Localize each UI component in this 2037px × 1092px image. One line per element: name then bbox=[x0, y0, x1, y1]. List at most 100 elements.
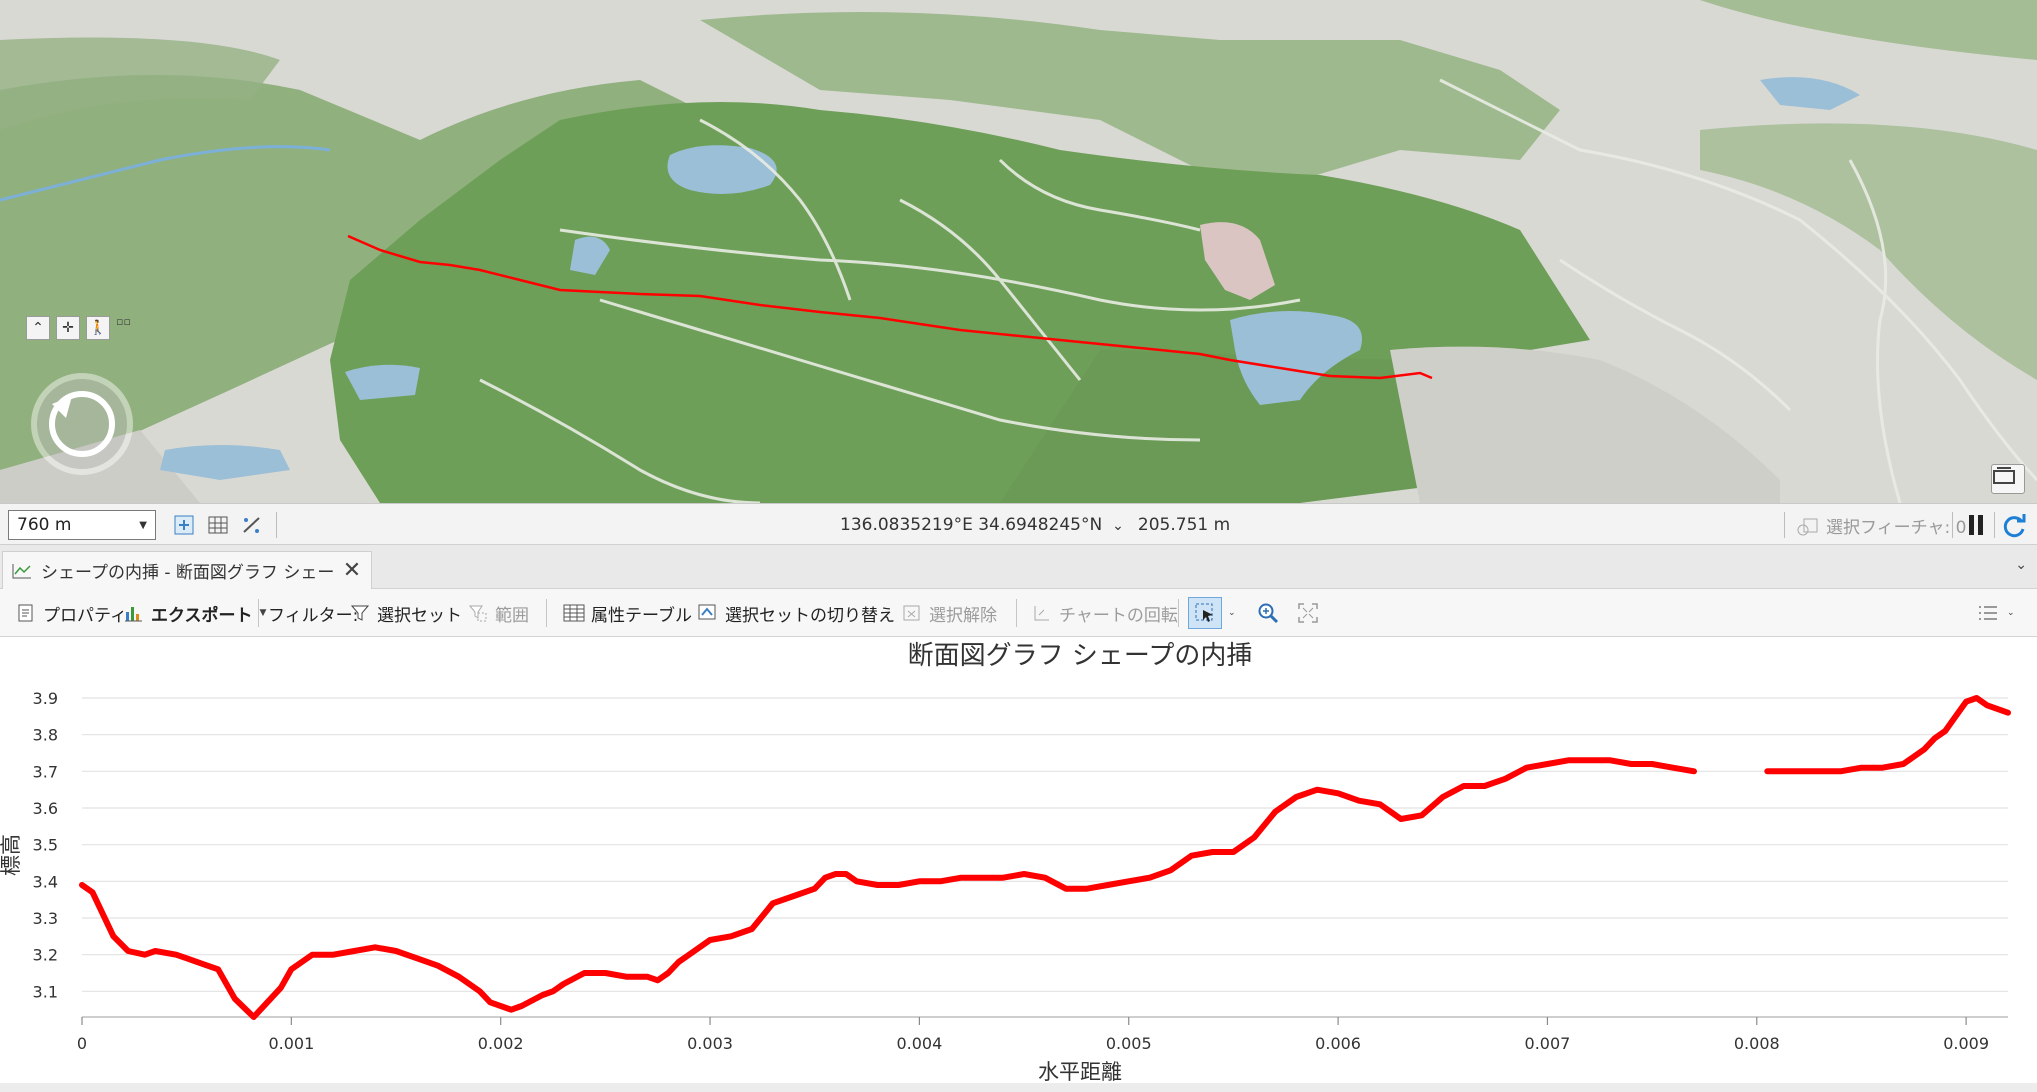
rotate-chart-label: チャートの回転 bbox=[1059, 605, 1178, 626]
map-view[interactable]: ⌃ ✛ 🚶 ▫▫ bbox=[0, 0, 2037, 503]
switch-selection-label: 選択セットの切り替え bbox=[725, 605, 895, 626]
x-tick-label: 0 bbox=[77, 1034, 87, 1053]
x-axis-label: 水平距離 bbox=[1038, 1060, 1122, 1083]
chart-toolbar: プロパティ エクスポート ▼ フィルター: 選択セット 範囲 属性テーブル 選択… bbox=[0, 589, 2037, 637]
extent-label: 範囲 bbox=[495, 605, 529, 626]
x-tick-label: 0.001 bbox=[268, 1034, 314, 1053]
chart-tab-bar: シェープの内挿 - 断面図グラフ シェープの... ✕ ⌄ bbox=[0, 545, 2037, 589]
chart-title: 断面図グラフ シェープの内挿 bbox=[908, 641, 1253, 671]
filter-selection-set-button[interactable]: 選択セット bbox=[348, 597, 462, 629]
chevron-down-icon[interactable]: ⌄ bbox=[2015, 557, 2027, 573]
bottom-border bbox=[0, 1083, 2037, 1092]
y-tick-label: 3.2 bbox=[33, 946, 58, 965]
y-tick-label: 3.1 bbox=[33, 982, 58, 1001]
y-tick-label: 3.6 bbox=[33, 799, 58, 818]
filter-label-text: フィルター: bbox=[268, 605, 359, 626]
scale-value: 760 m bbox=[17, 515, 72, 535]
filter-label: フィルター: bbox=[268, 597, 358, 629]
y-tick-label: 3.4 bbox=[33, 872, 58, 891]
full-extent-icon[interactable]: ✛ bbox=[56, 316, 80, 340]
snapping-icon[interactable] bbox=[172, 513, 196, 537]
select-cursor-icon bbox=[1193, 601, 1217, 625]
scale-dropdown[interactable]: 760 m ▼ bbox=[8, 510, 156, 540]
rotate-chart-button[interactable]: チャートの回転 bbox=[1030, 597, 1178, 629]
extent-filter-icon bbox=[466, 601, 490, 625]
selection-set-label: 選択セット bbox=[377, 605, 462, 626]
divider bbox=[1784, 512, 1785, 538]
correction-icon[interactable] bbox=[240, 513, 264, 537]
more-options-icon[interactable]: ▫▫ bbox=[116, 316, 131, 340]
chevron-down-icon[interactable]: ⌄ bbox=[1112, 518, 1124, 534]
full-extent-button[interactable] bbox=[1296, 597, 1320, 629]
grid-lines bbox=[82, 697, 2008, 1018]
clear-selection-button[interactable]: 選択解除 bbox=[900, 597, 997, 629]
series-line-segment[interactable] bbox=[79, 757, 1697, 1020]
tab-label: シェープの内挿 - 断面図グラフ シェープの... bbox=[41, 563, 333, 583]
y-tick-label: 3.3 bbox=[33, 909, 58, 928]
export-button[interactable]: エクスポート ▼ bbox=[122, 597, 266, 629]
x-tick-label: 0.006 bbox=[1315, 1034, 1361, 1053]
x-tick-label: 0.007 bbox=[1525, 1034, 1571, 1053]
divider bbox=[1178, 599, 1179, 627]
export-label: エクスポート bbox=[151, 605, 253, 626]
divider bbox=[1016, 599, 1017, 627]
attribute-table-label: 属性テーブル bbox=[591, 605, 692, 626]
close-icon[interactable]: ✕ bbox=[341, 558, 363, 583]
rotate-chart-icon bbox=[1030, 601, 1054, 625]
x-tick-label: 0.008 bbox=[1734, 1034, 1780, 1053]
properties-button[interactable]: プロパティ bbox=[14, 597, 127, 629]
x-tick-label: 0.002 bbox=[478, 1034, 524, 1053]
filter-extent-button[interactable]: 範囲 bbox=[466, 597, 529, 629]
elevation-series bbox=[79, 695, 2011, 1020]
pause-drawing-button[interactable] bbox=[1965, 513, 1987, 537]
x-tick-labels: 0 0.001 0.002 0.003 0.004 0.005 0.006 0.007 0.00… bbox=[77, 1017, 1989, 1053]
list-options-button[interactable]: ⌄ bbox=[1976, 597, 2015, 629]
divider bbox=[546, 599, 547, 627]
select-tool-dropdown[interactable]: ⌄ bbox=[1226, 597, 1236, 629]
cursor-coordinates: 136.0835219°E 34.6948245°N ⌄ 205.751 m bbox=[840, 515, 1230, 535]
select-tool-button[interactable] bbox=[1188, 597, 1222, 629]
refresh-icon[interactable] bbox=[2000, 512, 2028, 540]
divider bbox=[258, 599, 259, 627]
zoom-in-icon bbox=[1256, 601, 1280, 625]
navigator-mini-controls: ⌃ ✛ 🚶 ▫▫ bbox=[26, 316, 131, 340]
divider bbox=[1994, 512, 1995, 538]
x-tick-label: 0.005 bbox=[1106, 1034, 1152, 1053]
profile-chart[interactable]: 断面図グラフ シェープの内挿 3.1 3.2 3.3 3.4 3.5 3.6 3.7 3.8 3… bbox=[0, 637, 2037, 1083]
table-icon bbox=[562, 601, 586, 625]
navigator-wheel[interactable] bbox=[28, 370, 136, 478]
filter-icon bbox=[348, 601, 372, 625]
full-extent-icon bbox=[1296, 601, 1320, 625]
walk-mode-icon[interactable]: 🚶 bbox=[86, 316, 110, 340]
divider bbox=[276, 512, 277, 538]
properties-label: プロパティ bbox=[43, 605, 127, 626]
bar-chart-icon bbox=[122, 601, 146, 625]
zoom-in-button[interactable] bbox=[1256, 597, 1280, 629]
attribute-table-button[interactable]: 属性テーブル bbox=[562, 597, 692, 629]
chevron-down-icon: ⌄ bbox=[1228, 608, 1236, 618]
x-tick-label: 0.009 bbox=[1943, 1034, 1989, 1053]
heads-up-display-icon[interactable]: ⌃ bbox=[26, 316, 50, 340]
x-tick-label: 0.003 bbox=[687, 1034, 733, 1053]
x-tick-label: 0.004 bbox=[896, 1034, 942, 1053]
y-tick-label: 3.7 bbox=[33, 762, 58, 781]
coordinate-text: 136.0835219°E 34.6948245°N bbox=[840, 515, 1103, 535]
clear-selection-icon bbox=[900, 601, 924, 625]
properties-icon bbox=[14, 601, 38, 625]
chart-canvas: 断面図グラフ シェープの内挿 3.13.23.33.43.53.63.73.83… bbox=[0, 641, 2011, 1083]
y-tick-labels: 3.1 3.2 3.3 3.4 3.5 3.6 3.7 3.8 3.9 bbox=[33, 689, 58, 1001]
chevron-down-icon: ⌄ bbox=[2007, 608, 2015, 618]
map-overlay-icon[interactable] bbox=[1991, 464, 2025, 494]
selection-icon bbox=[1797, 518, 1818, 535]
clear-selection-label: 選択解除 bbox=[929, 605, 997, 626]
tab-profile-graph[interactable]: シェープの内挿 - 断面図グラフ シェープの... ✕ bbox=[2, 551, 372, 589]
rotate-icon bbox=[31, 373, 133, 475]
elevation-text: 205.751 m bbox=[1137, 515, 1231, 535]
grid-icon[interactable] bbox=[206, 513, 230, 537]
switch-selection-button[interactable]: 選択セットの切り替え bbox=[696, 597, 895, 629]
list-icon bbox=[1976, 601, 2000, 625]
selected-features-indicator[interactable]: 選択フィーチャ: 0 bbox=[1796, 513, 1966, 538]
chevron-down-icon: ▼ bbox=[139, 519, 147, 531]
y-tick-label: 3.8 bbox=[33, 726, 58, 745]
selected-features-text: 選択フィーチャ: 0 bbox=[1826, 518, 1967, 538]
